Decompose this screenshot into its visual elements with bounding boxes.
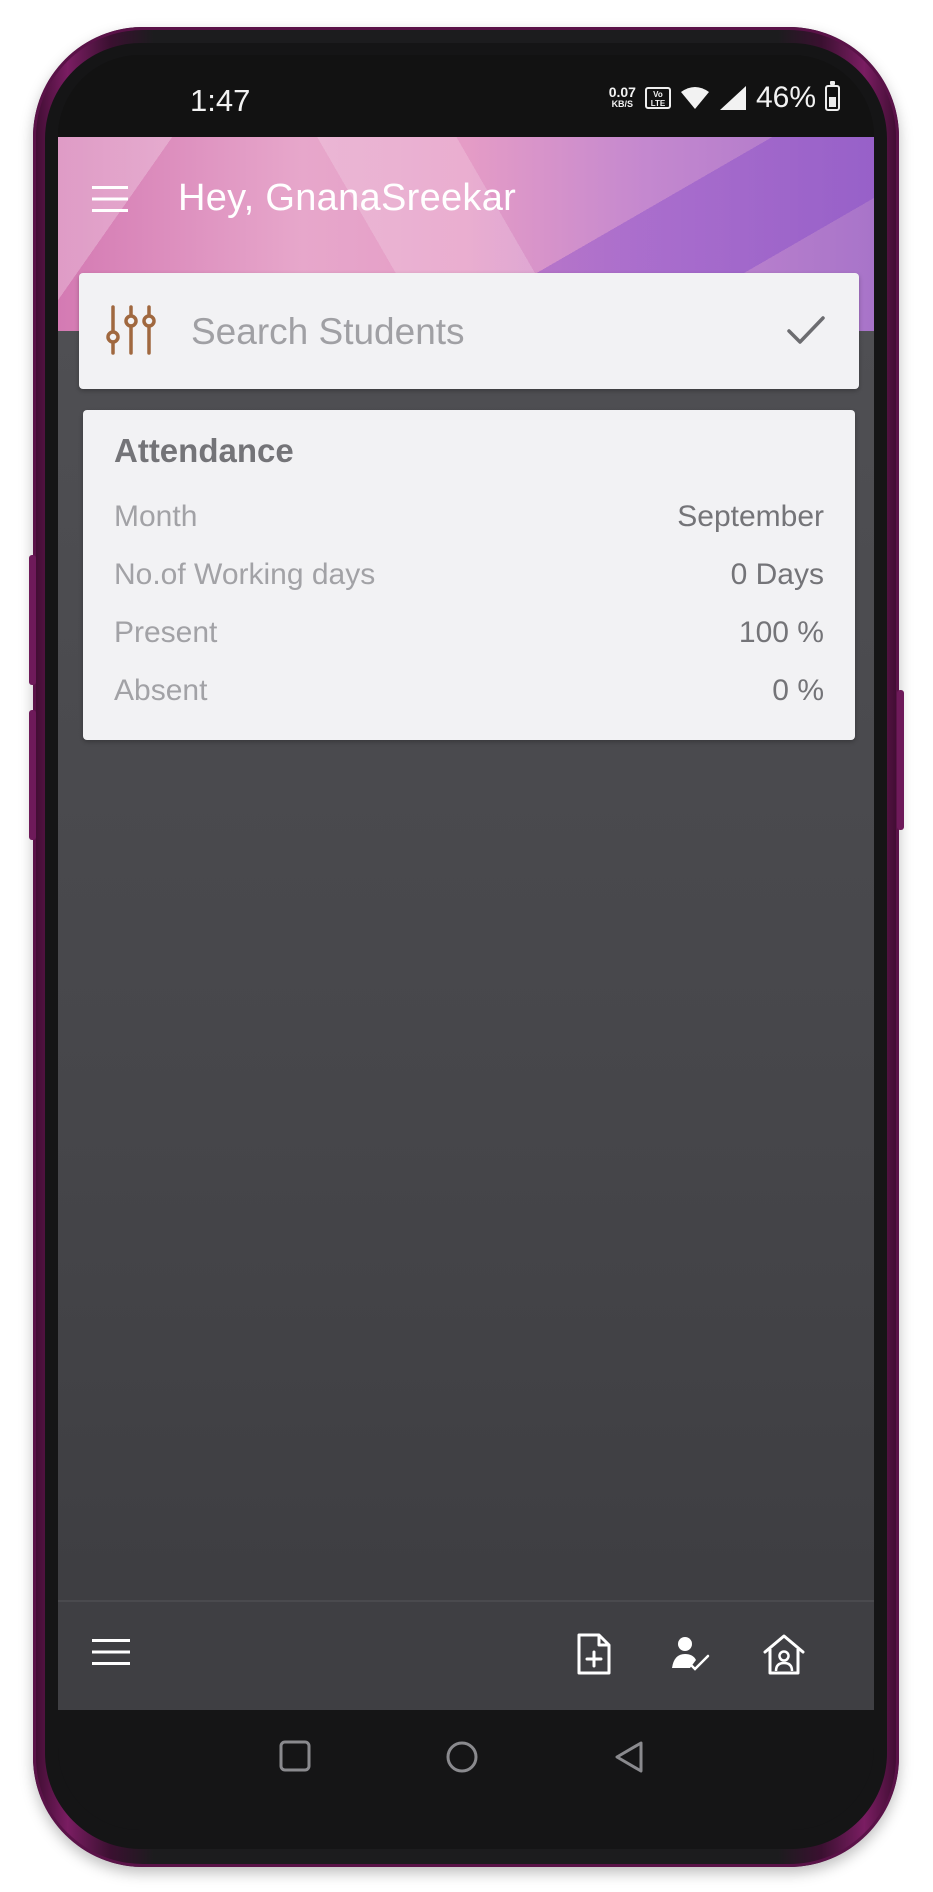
wifi-icon bbox=[680, 87, 709, 109]
network-speed: 0.07 KB/S bbox=[608, 84, 636, 110]
attendance-row-absent: Absent 0 % bbox=[114, 674, 824, 714]
attendance-label: Month bbox=[114, 500, 198, 533]
attendance-card: Attendance Month September No.of Working… bbox=[83, 410, 855, 740]
sliders-icon[interactable] bbox=[105, 305, 157, 355]
recent-apps-icon[interactable] bbox=[279, 1740, 311, 1772]
attendance-label: No.of Working days bbox=[114, 558, 376, 591]
hamburger-menu-icon[interactable] bbox=[92, 1638, 130, 1666]
battery-icon bbox=[825, 81, 840, 111]
system-navigation-bar bbox=[58, 1710, 874, 1830]
checkmark-icon[interactable] bbox=[787, 315, 825, 345]
volume-button bbox=[29, 555, 36, 685]
attendance-row-working-days: No.of Working days 0 Days bbox=[114, 558, 824, 598]
attendance-title: Attendance bbox=[114, 432, 294, 469]
attendance-value: 100 % bbox=[738, 616, 824, 649]
greeting-title: Hey, GnanaSreekar bbox=[178, 177, 517, 219]
attendance-label: Absent bbox=[114, 674, 208, 707]
back-icon[interactable] bbox=[614, 1740, 644, 1774]
power-button bbox=[897, 690, 904, 830]
network-speed-value: 0.07 bbox=[608, 84, 636, 100]
volte-bottom-label: LTE bbox=[650, 99, 666, 108]
status-time: 1:47 bbox=[190, 83, 251, 118]
bottom-toolbar bbox=[58, 1600, 874, 1712]
attendance-value: 0 % bbox=[772, 674, 824, 707]
attendance-label: Present bbox=[114, 616, 218, 649]
hamburger-menu-icon[interactable] bbox=[92, 185, 128, 213]
battery-percent: 46% bbox=[755, 81, 816, 114]
attendance-value: 0 Days bbox=[730, 558, 824, 591]
attendance-value: September bbox=[677, 500, 824, 533]
attendance-row-month: Month September bbox=[114, 500, 824, 540]
add-document-icon[interactable] bbox=[576, 1632, 612, 1676]
volume-button bbox=[29, 710, 36, 840]
student-checkmark-icon[interactable] bbox=[670, 1634, 710, 1674]
volte-icon: Vo LTE bbox=[644, 87, 671, 109]
attendance-row-present: Present 100 % bbox=[114, 616, 824, 656]
home-icon[interactable] bbox=[762, 1632, 806, 1676]
signal-icon bbox=[719, 86, 746, 110]
search-bar bbox=[79, 273, 859, 389]
screen: 1:47 0.07 KB/S Vo LTE 46% Hey, GnanaSree… bbox=[58, 55, 874, 1830]
status-icons: 0.07 KB/S Vo LTE 46% bbox=[609, 77, 840, 119]
home-button-icon[interactable] bbox=[445, 1740, 479, 1774]
status-bar: 1:47 0.07 KB/S Vo LTE 46% bbox=[58, 55, 874, 137]
network-speed-unit: KB/S bbox=[611, 99, 634, 109]
search-input[interactable] bbox=[189, 303, 753, 361]
volte-top-label: Vo bbox=[653, 90, 663, 99]
